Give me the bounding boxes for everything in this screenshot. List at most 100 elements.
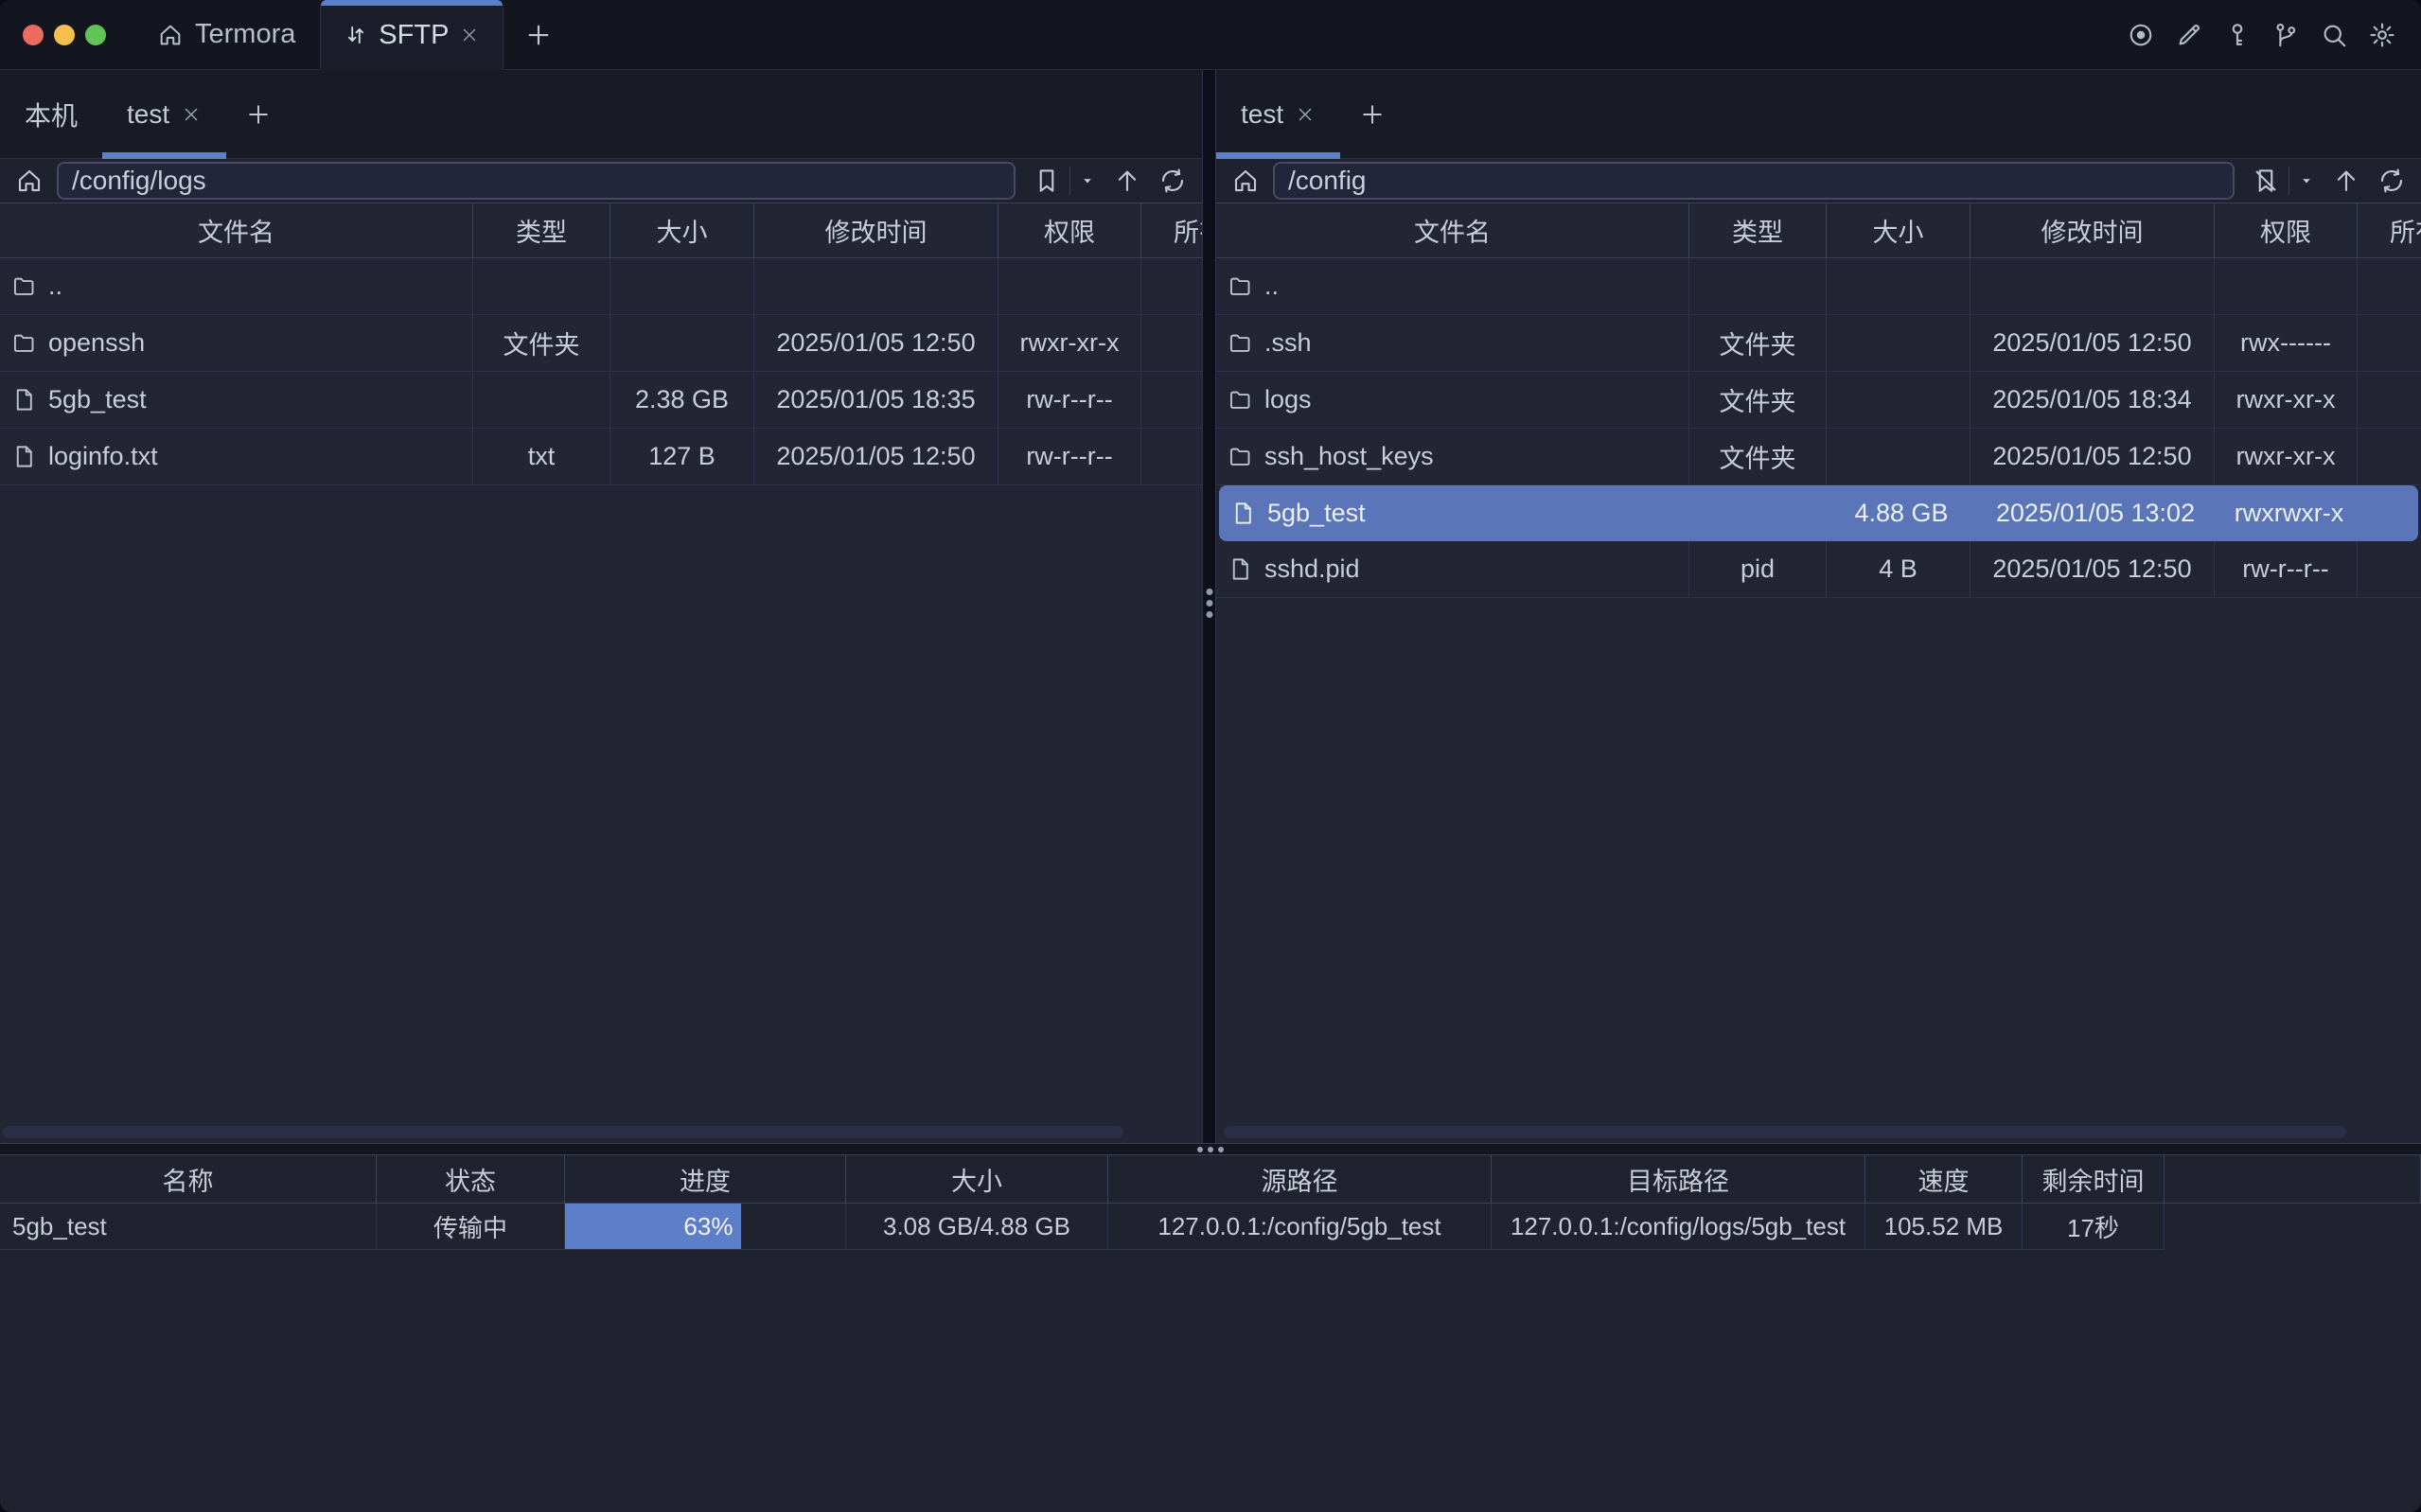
close-icon[interactable] bbox=[459, 25, 480, 45]
transfer-arrows-icon bbox=[344, 23, 368, 47]
folder-icon bbox=[1228, 330, 1253, 356]
splitter-grip-icon bbox=[1206, 589, 1212, 618]
search-icon[interactable] bbox=[2320, 21, 2348, 49]
column-header-type[interactable]: 类型 bbox=[473, 203, 610, 257]
go-parent-directory-icon[interactable] bbox=[1113, 167, 1141, 195]
minimize-window-button[interactable] bbox=[54, 25, 75, 45]
column-header-progress[interactable]: 进度 bbox=[565, 1155, 846, 1203]
progress-label: 63% bbox=[683, 1212, 733, 1241]
file-name: openssh bbox=[48, 328, 145, 358]
right-path-input[interactable]: /config bbox=[1273, 162, 2235, 200]
tab-test-right[interactable]: test bbox=[1216, 70, 1340, 158]
file-row-parent-dir[interactable]: .. bbox=[1216, 258, 2421, 315]
transfer-progress-cell: 63% bbox=[565, 1204, 846, 1250]
column-header-mtime[interactable]: 修改时间 bbox=[1970, 203, 2215, 257]
column-header-owner[interactable]: 所有者 bbox=[1141, 203, 1202, 257]
file-icon bbox=[1230, 501, 1256, 526]
column-header-type[interactable]: 类型 bbox=[1689, 203, 1827, 257]
file-row-logs-dir[interactable]: logs 文件夹 2025/01/05 18:34 rwxr-xr-x bbox=[1216, 372, 2421, 429]
close-icon[interactable] bbox=[1295, 104, 1316, 125]
chevron-down-icon[interactable] bbox=[2298, 172, 2315, 189]
transfer-speed: 105.52 MB bbox=[1865, 1204, 2023, 1250]
transfer-queue: 名称 状态 进度 大小 源路径 目标路径 速度 剩余时间 5gb_test 传输… bbox=[0, 1155, 2421, 1512]
panel-splitter-vertical[interactable] bbox=[1202, 70, 1216, 1143]
record-icon[interactable] bbox=[2127, 21, 2155, 49]
bookmark-slash-icon[interactable] bbox=[2252, 167, 2280, 195]
column-header-source-path[interactable]: 源路径 bbox=[1108, 1155, 1492, 1203]
column-header-filename[interactable]: 文件名 bbox=[1216, 203, 1689, 257]
pencil-icon[interactable] bbox=[2175, 21, 2203, 49]
file-name: 5gb_test bbox=[48, 385, 147, 414]
plus-icon bbox=[245, 101, 272, 128]
file-row-ssh-dir[interactable]: .ssh 文件夹 2025/01/05 12:50 rwx------ bbox=[1216, 315, 2421, 372]
column-header-size[interactable]: 大小 bbox=[610, 203, 754, 257]
left-panel-tabbar: 本机 test bbox=[0, 70, 1202, 159]
row-filler bbox=[2165, 1204, 2421, 1250]
transfer-row-5gb-test[interactable]: 5gb_test 传输中 63% 3.08 GB/4.88 GB 127.0.0… bbox=[0, 1204, 2421, 1250]
title-bar: Termora SFTP bbox=[0, 0, 2421, 70]
file-row-openssh[interactable]: openssh 文件夹 2025/01/05 12:50 rwxr-xr-x bbox=[0, 315, 1202, 372]
file-row-parent-dir[interactable]: .. bbox=[0, 258, 1202, 315]
right-horizontal-scrollbar[interactable] bbox=[1224, 1126, 2346, 1138]
tab-sftp[interactable]: SFTP bbox=[320, 0, 504, 70]
close-icon[interactable] bbox=[181, 104, 202, 125]
progress-bar: 63% bbox=[565, 1204, 741, 1249]
column-header-perm[interactable]: 权限 bbox=[998, 203, 1141, 257]
left-path-input[interactable]: /config/logs bbox=[57, 162, 1016, 200]
tab-termora-home[interactable]: Termora bbox=[133, 0, 320, 69]
folder-icon bbox=[11, 330, 37, 356]
home-icon[interactable] bbox=[15, 167, 44, 195]
file-name: sshd.pid bbox=[1264, 554, 1360, 584]
column-header-remaining-time[interactable]: 剩余时间 bbox=[2023, 1155, 2165, 1203]
column-header-perm[interactable]: 权限 bbox=[2215, 203, 2358, 257]
column-header-mtime[interactable]: 修改时间 bbox=[754, 203, 998, 257]
file-row-sshd-pid[interactable]: sshd.pid pid 4 B 2025/01/05 12:50 rw-r--… bbox=[1216, 541, 2421, 598]
go-parent-directory-icon[interactable] bbox=[2332, 167, 2360, 195]
column-header-filename[interactable]: 文件名 bbox=[0, 203, 473, 257]
home-icon[interactable] bbox=[1231, 167, 1260, 195]
tab-test-left[interactable]: test bbox=[102, 70, 226, 158]
app-window: Termora SFTP 本机 bbox=[0, 0, 2421, 1512]
file-row-loginfo-txt[interactable]: loginfo.txt txt 127 B 2025/01/05 12:50 r… bbox=[0, 429, 1202, 485]
gear-icon[interactable] bbox=[2368, 21, 2396, 49]
file-row-5gb-test[interactable]: 5gb_test 2.38 GB 2025/01/05 18:35 rw-r--… bbox=[0, 372, 1202, 429]
left-horizontal-scrollbar[interactable] bbox=[3, 1126, 1123, 1138]
new-tab-button[interactable] bbox=[504, 0, 574, 69]
right-bookmark-group bbox=[2252, 167, 2315, 195]
branch-icon[interactable] bbox=[2271, 21, 2300, 49]
right-new-session-button[interactable] bbox=[1340, 70, 1405, 158]
transfer-remaining-time: 17秒 bbox=[2023, 1204, 2165, 1250]
column-header-status[interactable]: 状态 bbox=[377, 1155, 565, 1203]
close-window-button[interactable] bbox=[23, 25, 44, 45]
column-header-target-path[interactable]: 目标路径 bbox=[1492, 1155, 1865, 1203]
header-filler bbox=[2165, 1155, 2421, 1203]
tab-label: 本机 bbox=[25, 96, 78, 133]
zoom-window-button[interactable] bbox=[85, 25, 106, 45]
key-icon[interactable] bbox=[2223, 21, 2252, 49]
right-table-header: 文件名 类型 大小 修改时间 权限 所有者 bbox=[1216, 202, 2421, 258]
chevron-down-icon[interactable] bbox=[1079, 172, 1096, 189]
transfer-table-header: 名称 状态 进度 大小 源路径 目标路径 速度 剩余时间 bbox=[0, 1155, 2421, 1204]
right-file-panel: test /config bbox=[1216, 70, 2421, 1143]
left-new-session-button[interactable] bbox=[226, 70, 291, 158]
toolbar-divider bbox=[2288, 167, 2289, 195]
column-header-name[interactable]: 名称 bbox=[0, 1155, 377, 1203]
column-header-owner[interactable]: 所有者 bbox=[2358, 203, 2421, 257]
tab-local-machine[interactable]: 本机 bbox=[0, 70, 102, 158]
column-header-size[interactable]: 大小 bbox=[1827, 203, 1970, 257]
file-name: .ssh bbox=[1264, 328, 1312, 358]
file-name: .. bbox=[1264, 272, 1279, 301]
refresh-icon[interactable] bbox=[1158, 167, 1187, 195]
file-name: ssh_host_keys bbox=[1264, 442, 1434, 471]
column-header-speed[interactable]: 速度 bbox=[1865, 1155, 2023, 1203]
transfer-splitter-horizontal[interactable] bbox=[0, 1143, 2421, 1155]
file-row-ssh-host-keys[interactable]: ssh_host_keys 文件夹 2025/01/05 12:50 rwxr-… bbox=[1216, 429, 2421, 485]
folder-icon bbox=[1228, 387, 1253, 413]
file-row-5gb-test-selected[interactable]: 5gb_test 4.88 GB 2025/01/05 13:02 rwxrwx… bbox=[1219, 485, 2418, 541]
bookmark-icon[interactable] bbox=[1033, 167, 1061, 195]
transfer-source-path: 127.0.0.1:/config/5gb_test bbox=[1108, 1204, 1492, 1250]
refresh-icon[interactable] bbox=[2377, 167, 2406, 195]
plus-icon bbox=[1359, 101, 1386, 128]
transfer-size: 3.08 GB/4.88 GB bbox=[846, 1204, 1108, 1250]
column-header-size[interactable]: 大小 bbox=[846, 1155, 1108, 1203]
